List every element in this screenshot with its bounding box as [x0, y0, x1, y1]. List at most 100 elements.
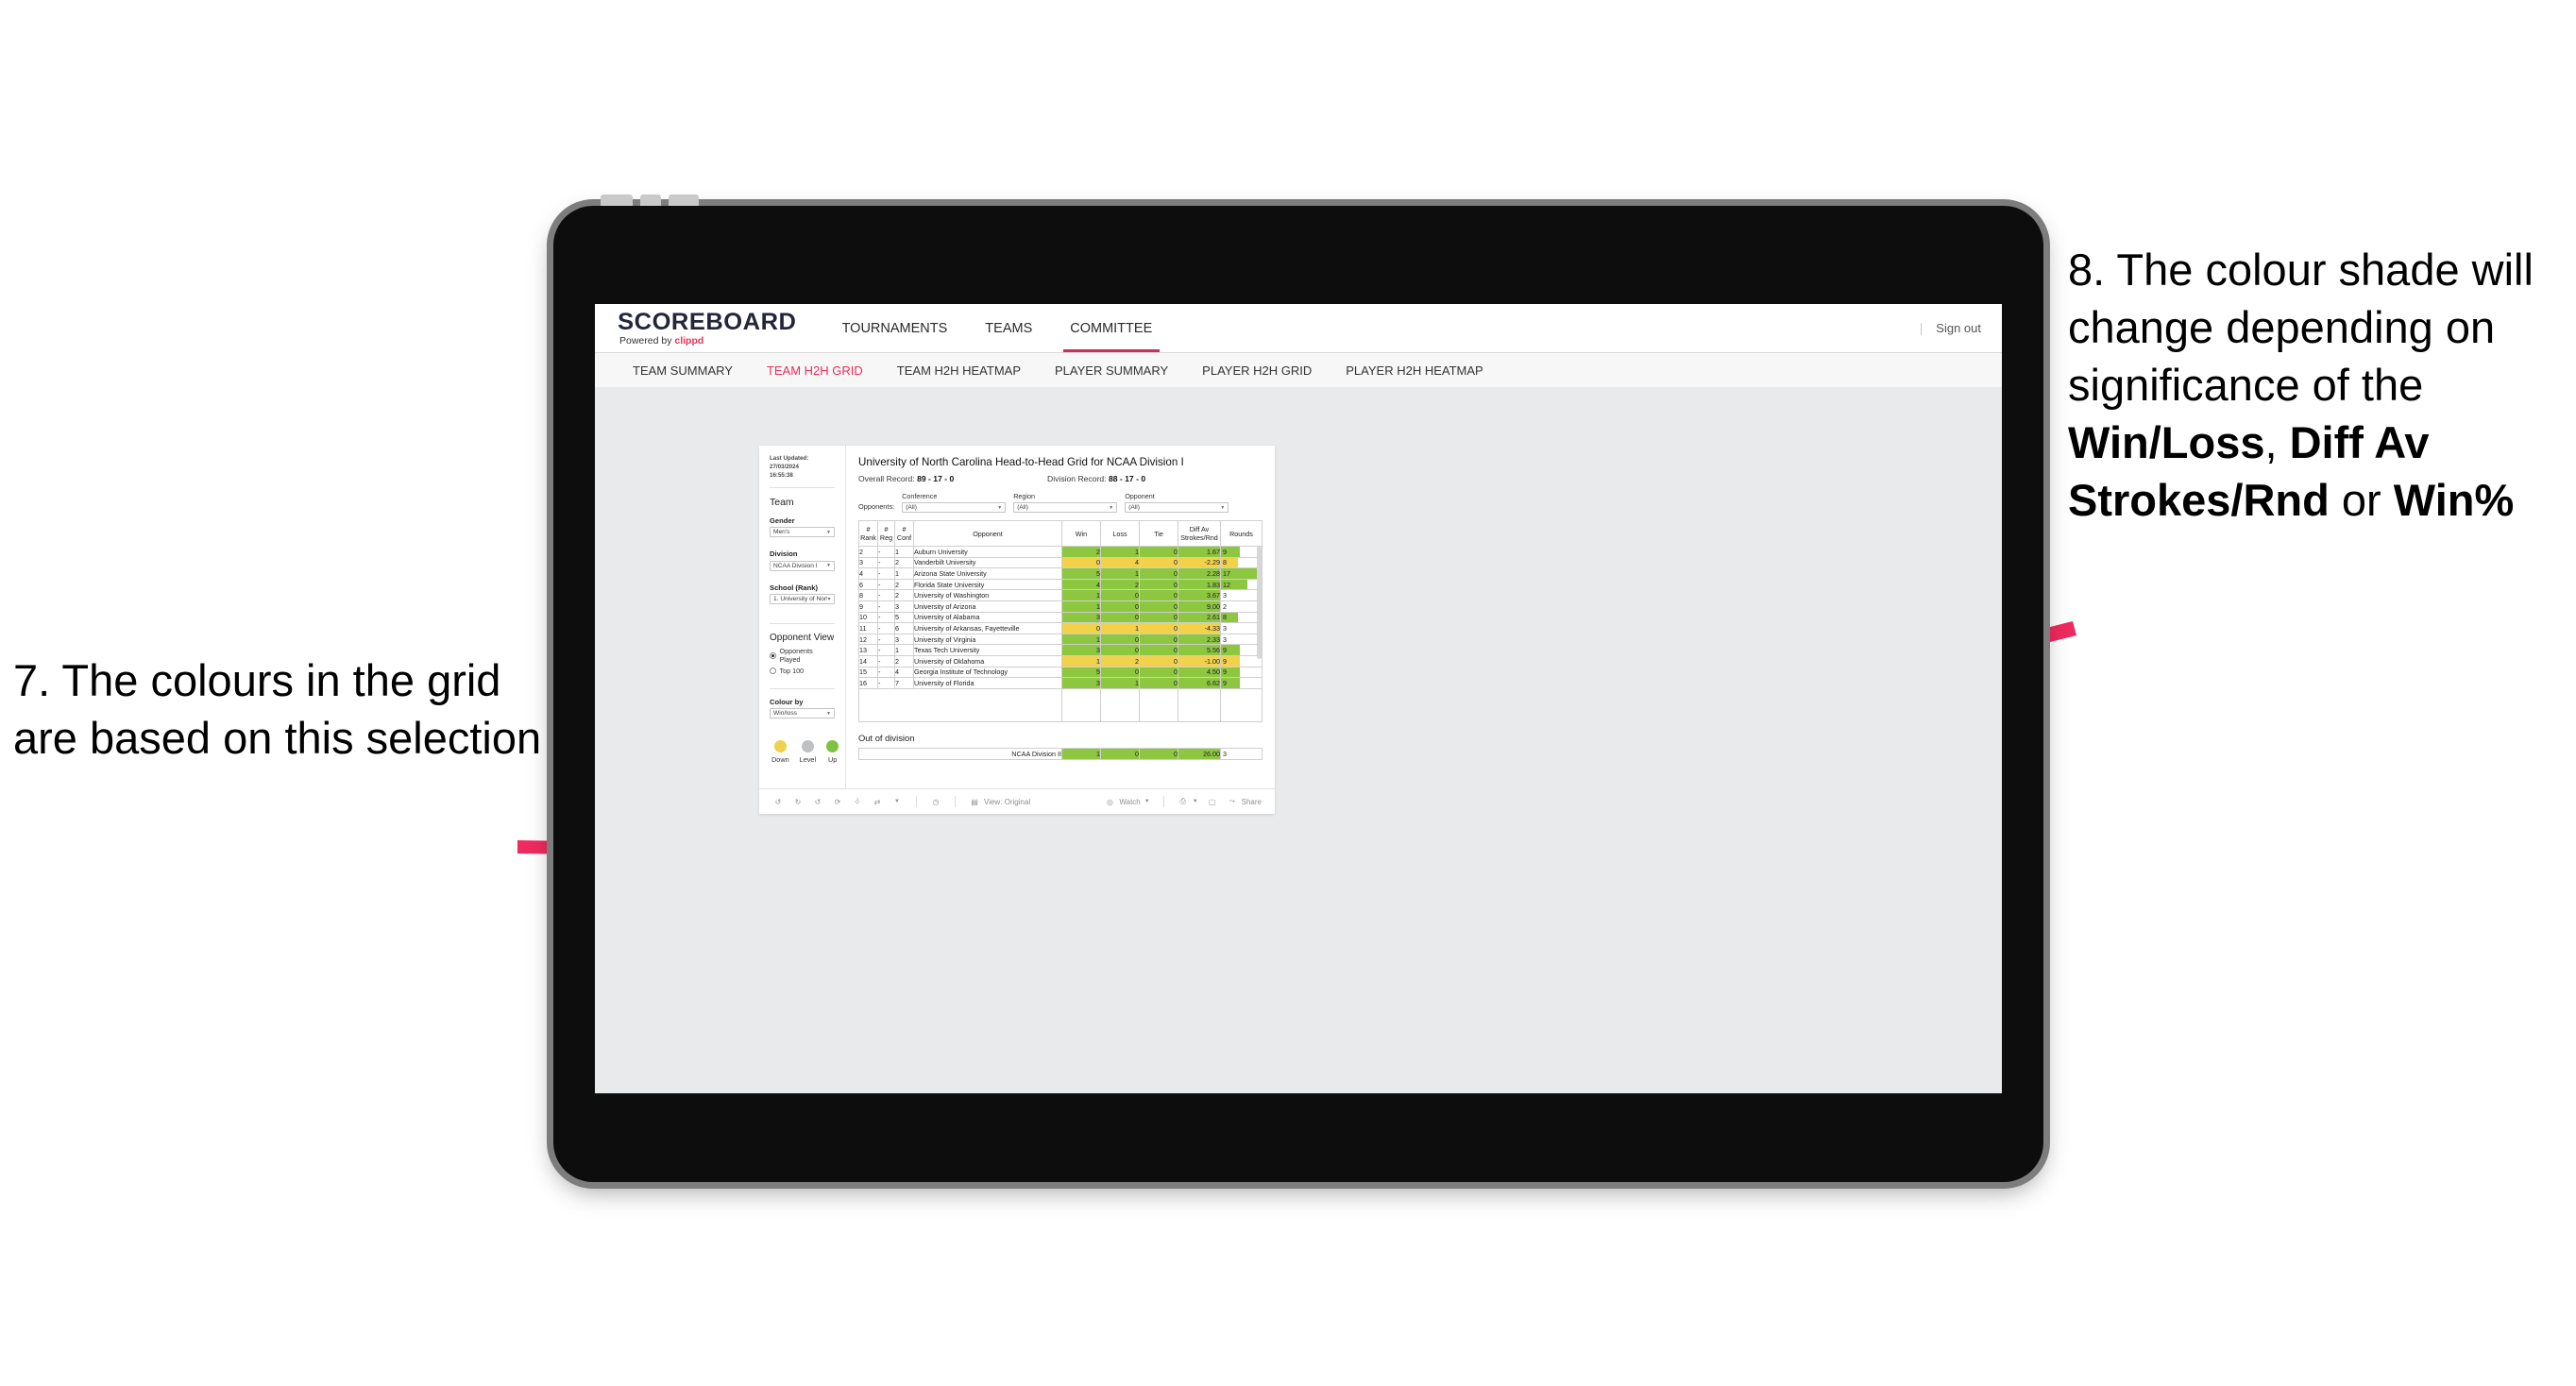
- table-row[interactable]: 3-2 Vanderbilt University 0 4 0 -2.29 8: [858, 556, 1263, 569]
- brand-tagline-pre: Powered by: [619, 334, 675, 346]
- table-row[interactable]: 10-5 University of Alabama 3 0 0 2.61 8: [858, 611, 1263, 624]
- brand-logo[interactable]: SCOREBOARD Powered by clippd: [595, 310, 823, 346]
- cell-diff-av-strokes: 3.67: [1178, 589, 1221, 601]
- table-row[interactable]: 9-3 University of Arizona 1 0 0 9.00 2: [858, 600, 1263, 613]
- content-pane: University of North Carolina Head-to-Hea…: [846, 446, 1275, 788]
- cell-rank: 15: [858, 666, 878, 679]
- cell-rounds: 9: [1220, 546, 1263, 558]
- out-of-division-row[interactable]: NCAA Division II 1 0 0 26.00 3: [858, 747, 1263, 761]
- subnav-player-h2h-heatmap[interactable]: PLAYER H2H HEATMAP: [1329, 363, 1500, 378]
- toolbar-divider-3: [1162, 796, 1164, 807]
- brand-tagline: Powered by clippd: [619, 336, 795, 346]
- region-select[interactable]: (All) ▼: [1013, 502, 1118, 513]
- cell-conf: 1: [894, 644, 914, 656]
- col-diff-av-strokes[interactable]: Diff Av Strokes/Rnd: [1178, 520, 1221, 547]
- col-opponent[interactable]: Opponent: [913, 520, 1062, 547]
- cell-rank: 9: [858, 600, 878, 613]
- redo-icon[interactable]: ↻: [792, 796, 804, 807]
- radio-opponents-played[interactable]: Opponents Played: [770, 647, 835, 664]
- cell-rank: 6: [858, 578, 878, 591]
- table-row[interactable]: 13-1 Texas Tech University 3 0 0 5.56 9: [858, 644, 1263, 656]
- opponent-value: (All): [1128, 504, 1140, 511]
- chevron-down-icon: ▼: [826, 563, 831, 569]
- table-row[interactable]: 11-6 University of Arkansas, Fayetteville…: [858, 622, 1263, 634]
- swap-icon[interactable]: ⇄: [872, 796, 883, 807]
- cell-conf: 4: [894, 666, 914, 679]
- cell-conf: 2: [894, 578, 914, 591]
- caret-down-icon[interactable]: ▼: [891, 796, 903, 807]
- table-row[interactable]: 15-4 Georgia Institute of Technology 5 0 0 4.…: [858, 666, 1263, 679]
- cell-win: 2: [1061, 546, 1101, 558]
- view-original-label: View: Original: [984, 797, 1031, 806]
- col-reg[interactable]: # Reg: [877, 520, 895, 547]
- cell-tie: 0: [1139, 589, 1178, 601]
- cell-loss: 0: [1100, 589, 1140, 601]
- cell-win: 3: [1061, 677, 1101, 689]
- table-row[interactable]: 6-2 Florida State University 4 2 0 1.83 12: [858, 578, 1263, 591]
- nav-teams[interactable]: TEAMS: [966, 304, 1051, 352]
- col-tie[interactable]: Tie: [1139, 520, 1178, 547]
- annotation-7: 7. The colours in the grid are based on …: [13, 651, 570, 767]
- table-row[interactable]: 4-1 Arizona State University 5 1 0 2.28 17: [858, 567, 1263, 580]
- watch-icon: ◎: [1106, 797, 1113, 806]
- sign-out-link[interactable]: Sign out: [1936, 321, 1981, 335]
- table-row[interactable]: 14-2 University of Oklahoma 1 2 0 -1.00 9: [858, 654, 1263, 668]
- download-button[interactable]: ⎙ ▼: [1178, 796, 1197, 807]
- col-loss[interactable]: Loss: [1100, 520, 1140, 547]
- share-button[interactable]: ⤳ Share: [1227, 796, 1262, 807]
- view-original-button[interactable]: ▤ View: Original: [969, 796, 1030, 807]
- toolbar-divider-2: [955, 796, 956, 807]
- col-rounds[interactable]: Rounds: [1220, 520, 1263, 547]
- col-conf[interactable]: # Conf: [894, 520, 914, 547]
- watch-button[interactable]: ◎ Watch ▼: [1104, 796, 1150, 807]
- subnav-player-h2h-grid[interactable]: PLAYER H2H GRID: [1185, 363, 1329, 378]
- nav-tournaments[interactable]: TOURNAMENTS: [823, 304, 967, 352]
- division-select[interactable]: NCAA Division I ▼: [770, 560, 835, 571]
- share-icon: ⤳: [1229, 797, 1235, 805]
- opponent-select[interactable]: (All) ▼: [1125, 502, 1229, 513]
- gender-select[interactable]: Men's ▼: [770, 527, 835, 538]
- cell-reg: -: [877, 633, 895, 646]
- cell-win: 5: [1061, 666, 1101, 679]
- annotation-8-sep2: or: [2329, 475, 2394, 526]
- table-row[interactable]: 12-3 University of Virginia 1 0 0 2.33 3: [858, 633, 1263, 646]
- table-row[interactable]: 16-7 University of Florida 3 1 0 6.62 9: [858, 677, 1263, 689]
- cell-diff-av-strokes: -2.29: [1178, 556, 1221, 569]
- col-win[interactable]: Win: [1061, 520, 1101, 547]
- opponent-view-heading: Opponent View: [770, 633, 835, 644]
- cell-loss: 1: [1100, 567, 1140, 580]
- cell-conf: 2: [894, 589, 914, 601]
- undo-icon[interactable]: ↺: [772, 796, 784, 807]
- clock-icon[interactable]: ◷: [930, 796, 941, 807]
- h2h-grid-table: # Rank # Reg # Conf Opponent Win Loss Tie D…: [858, 520, 1263, 722]
- grid-vertical-scrollbar[interactable]: [1257, 546, 1262, 659]
- col-reg-l1: #: [884, 525, 889, 533]
- nav-committee[interactable]: COMMITTEE: [1051, 304, 1171, 352]
- col-rank[interactable]: # Rank: [858, 520, 878, 547]
- annotation-8-sep1: ,: [2264, 417, 2290, 468]
- cell-reg: -: [877, 677, 895, 689]
- subnav-team-summary[interactable]: TEAM SUMMARY: [616, 363, 750, 378]
- table-row[interactable]: 2-1 Auburn University 2 1 0 1.67 9: [858, 546, 1263, 558]
- subnav-player-summary[interactable]: PLAYER SUMMARY: [1038, 363, 1185, 378]
- school-rank-select[interactable]: 1. University of Nort... ▼: [770, 594, 835, 605]
- revert-icon[interactable]: ↺: [812, 796, 823, 807]
- subnav-team-h2h-grid[interactable]: TEAM H2H GRID: [750, 363, 880, 378]
- radio-top-100[interactable]: Top 100: [770, 667, 835, 675]
- cell-rounds: 9: [1220, 644, 1263, 656]
- sign-out-area: | Sign out: [1920, 304, 1981, 352]
- cell-opponent: Arizona State University: [913, 567, 1062, 580]
- cell-loss: 1: [1100, 546, 1140, 558]
- refresh-icon[interactable]: ⟳: [832, 796, 843, 807]
- cell-win: 1: [1061, 600, 1101, 613]
- subnav-team-h2h-heatmap[interactable]: TEAM H2H HEATMAP: [880, 363, 1038, 378]
- filter-pane: Last Updated: 27/03/2024 16:55:38 Team G…: [759, 446, 846, 788]
- table-row[interactable]: 8-2 University of Washington 1 0 0 3.67 3: [858, 589, 1263, 601]
- cell-loss: 2: [1100, 578, 1140, 591]
- cell-tie: 0: [1139, 546, 1178, 558]
- cell-ood-opponent: NCAA Division II: [858, 747, 1062, 761]
- conference-select[interactable]: (All) ▼: [902, 502, 1007, 513]
- colour-by-select[interactable]: Win/loss ▼: [770, 708, 835, 719]
- pause-icon[interactable]: ⎀: [852, 796, 863, 807]
- device-icon[interactable]: ▢: [1207, 796, 1218, 807]
